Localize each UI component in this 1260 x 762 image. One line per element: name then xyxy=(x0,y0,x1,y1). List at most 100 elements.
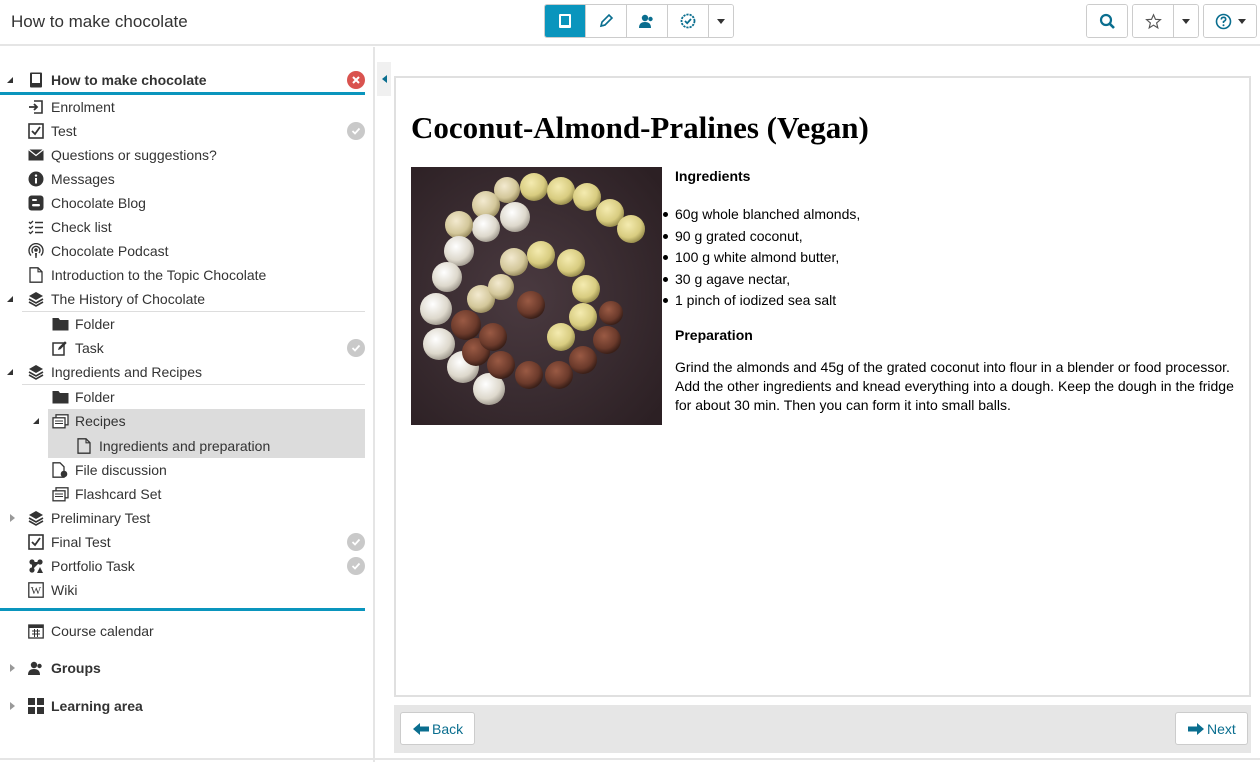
collapse-toggle[interactable] xyxy=(7,663,17,673)
certificate-icon xyxy=(680,13,696,29)
sidebar-item-label: Ingredients and Recipes xyxy=(51,364,202,380)
book-icon xyxy=(27,71,45,89)
sidebar-item-ingredients-preparation[interactable]: Ingredients and preparation xyxy=(75,434,270,458)
sidebar-item-label: Messages xyxy=(51,171,115,187)
pralines-photo xyxy=(411,167,662,425)
chevron-down-icon xyxy=(1182,18,1190,24)
sidebar-item-intro[interactable]: Introduction to the Topic Chocolate xyxy=(27,263,266,287)
sidebar-item-history-folder[interactable]: Folder xyxy=(51,312,115,336)
close-icon[interactable] xyxy=(347,71,365,89)
sidebar-item-questions[interactable]: Questions or suggestions? xyxy=(27,143,217,167)
sidebar-item-preliminary[interactable]: Preliminary Test xyxy=(27,506,150,530)
course-view-button[interactable] xyxy=(545,5,586,37)
page-navigation-bar: Back Next xyxy=(394,705,1251,753)
members-button[interactable] xyxy=(627,5,668,37)
edit-mode-button[interactable] xyxy=(586,5,627,37)
collapse-toggle[interactable] xyxy=(7,701,17,711)
info-icon xyxy=(27,170,45,188)
collapse-sidebar-button[interactable] xyxy=(377,62,391,96)
sidebar-item-label: File discussion xyxy=(75,462,167,478)
expand-toggle[interactable] xyxy=(5,294,15,304)
chevron-down-icon xyxy=(1237,18,1246,24)
help-icon xyxy=(1215,13,1231,29)
sidebar-item-label: Introduction to the Topic Chocolate xyxy=(51,267,267,283)
sidebar-item-podcast[interactable]: Chocolate Podcast xyxy=(27,239,169,263)
sidebar-item-label: Learning area xyxy=(51,698,143,714)
mode-toolbar xyxy=(544,4,734,38)
svg-text:W: W xyxy=(31,585,42,597)
sidebar-item-label: Check list xyxy=(51,219,112,235)
back-button[interactable]: Back xyxy=(400,712,476,745)
podcast-icon xyxy=(27,242,45,260)
course-root-item[interactable]: How to make chocolate xyxy=(27,68,207,92)
groups-icon xyxy=(27,659,45,677)
completed-check-icon xyxy=(347,122,365,140)
sidebar-item-messages[interactable]: Messages xyxy=(27,167,115,191)
book-icon xyxy=(559,14,571,28)
arrow-left-icon xyxy=(413,722,429,735)
sidebar-item-label: Ingredients and preparation xyxy=(99,438,271,454)
help-group xyxy=(1203,4,1257,38)
layers-icon xyxy=(27,363,45,381)
list-item: 100 g white almond butter, xyxy=(663,247,1235,269)
mode-dropdown-button[interactable] xyxy=(709,5,733,37)
bookmark-button[interactable] xyxy=(1133,5,1174,37)
bottom-border xyxy=(0,758,1260,760)
sidebar-item-portfolio[interactable]: Portfolio Task xyxy=(27,554,135,578)
sidebar-item-flashcards[interactable]: Flashcard Set xyxy=(51,482,161,506)
layers-icon xyxy=(27,509,45,527)
sidebar-item-final-test[interactable]: Final Test xyxy=(27,530,111,554)
chevron-left-icon xyxy=(381,75,387,83)
sidebar-item-label: Flashcard Set xyxy=(75,486,162,502)
sidebar-item-ingredients[interactable]: Ingredients and Recipes xyxy=(27,360,202,384)
next-button[interactable]: Next xyxy=(1175,712,1248,745)
sidebar-item-wiki[interactable]: W Wiki xyxy=(27,578,77,602)
list-item: 30 g agave nectar, xyxy=(663,269,1235,291)
sidebar-item-label: Task xyxy=(75,340,104,356)
completed-check-icon xyxy=(347,339,365,357)
sidebar-item-ingredients-folder[interactable]: Folder xyxy=(51,385,115,409)
sidebar-item-file-discussion[interactable]: File discussion xyxy=(51,458,167,482)
help-button[interactable] xyxy=(1204,5,1256,37)
sidebar-item-blog[interactable]: Chocolate Blog xyxy=(27,191,146,215)
blog-icon xyxy=(27,194,45,212)
sidebar-item-label: Portfolio Task xyxy=(51,558,135,574)
collapse-toggle[interactable] xyxy=(7,513,17,523)
star-icon xyxy=(1144,12,1162,29)
search-button[interactable] xyxy=(1087,5,1127,37)
page-icon xyxy=(27,266,45,284)
sidebar-item-label: Preliminary Test xyxy=(51,510,151,526)
sidebar-item-learning-area[interactable]: Learning area xyxy=(27,694,143,718)
arrow-right-icon xyxy=(1188,722,1204,735)
bookmark-dropdown-button[interactable] xyxy=(1174,5,1198,37)
expand-toggle[interactable] xyxy=(5,75,15,85)
expand-toggle[interactable] xyxy=(31,416,41,426)
pralines-image xyxy=(411,167,662,425)
expand-toggle[interactable] xyxy=(5,367,15,377)
sidebar-item-label: Questions or suggestions? xyxy=(51,147,217,163)
sidebar-item-enrolment[interactable]: Enrolment xyxy=(27,95,115,119)
wiki-icon: W xyxy=(27,581,45,599)
sidebar-item-recipes[interactable]: Recipes xyxy=(51,409,126,433)
app-title: How to make chocolate xyxy=(11,12,188,31)
envelope-icon xyxy=(27,146,45,164)
sidebar-item-groups[interactable]: Groups xyxy=(27,656,101,680)
page-icon xyxy=(75,437,93,455)
list-item: 1 pinch of iodized sea salt xyxy=(663,290,1235,312)
page-title: Coconut-Almond-Pralines (Vegan) xyxy=(411,110,869,145)
preparation-text: Grind the almonds and 45g of the grated … xyxy=(675,358,1234,413)
content-panel: Coconut-Almond-Pralines (Vegan) Ingredie… xyxy=(394,76,1251,697)
list-item: 90 g grated coconut, xyxy=(663,226,1235,248)
sidebar-item-checklist[interactable]: Check list xyxy=(27,215,112,239)
sidebar-item-label: Course calendar xyxy=(51,623,154,639)
back-label: Back xyxy=(432,720,464,737)
assessment-button[interactable] xyxy=(668,5,709,37)
sidebar-item-history-task[interactable]: Task xyxy=(51,336,104,360)
sidebar-item-calendar[interactable]: Course calendar xyxy=(27,619,154,643)
search-group xyxy=(1086,4,1128,38)
preparation-heading: Preparation xyxy=(675,326,753,343)
sidebar-item-label: Chocolate Blog xyxy=(51,195,146,211)
sidebar-item-history[interactable]: The History of Chocolate xyxy=(27,287,205,311)
grid-icon xyxy=(27,697,45,715)
sidebar-item-test[interactable]: Test xyxy=(27,119,77,143)
